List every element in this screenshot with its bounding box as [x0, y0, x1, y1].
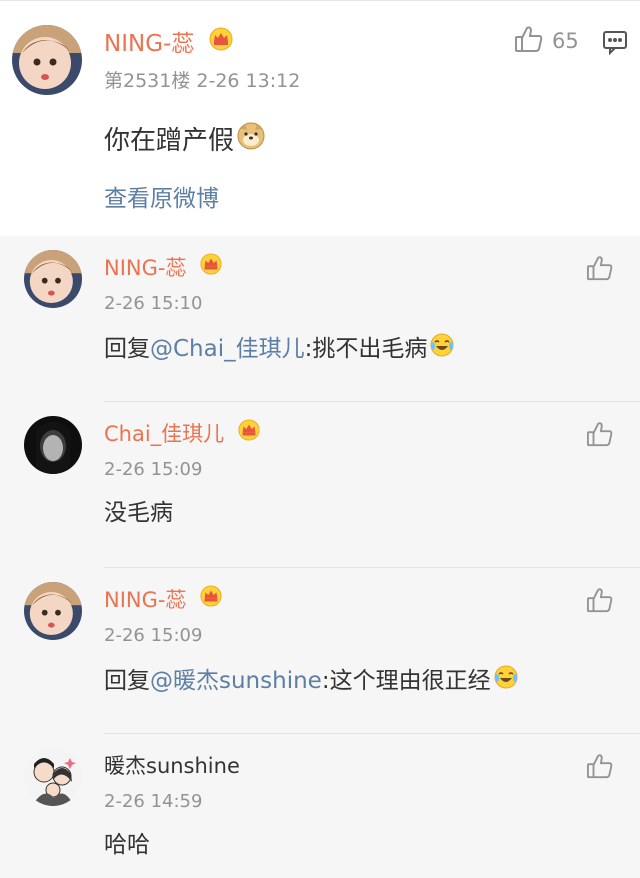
username-text[interactable]: NING-蕊	[104, 31, 194, 57]
reply-content: 哈哈	[104, 832, 150, 858]
avatar[interactable]	[24, 250, 82, 308]
avatar[interactable]	[24, 748, 82, 806]
replies-section: NING-蕊 2-26 15:10 回复 @Chai_佳琪儿 :挑不出毛病 Ch…	[0, 236, 640, 878]
laugh-cry-emoji	[493, 664, 519, 698]
reply-content: 没毛病	[104, 500, 173, 526]
reply-content: :这个理由很正经	[321, 668, 491, 694]
reply-time: 2-26 15:09	[104, 459, 203, 480]
like-button[interactable]	[586, 421, 614, 451]
laugh-cry-emoji	[429, 332, 455, 366]
avatar[interactable]	[24, 416, 82, 474]
mention-link[interactable]: @Chai_佳琪儿	[150, 334, 305, 364]
floor-and-time: 第2531楼 2-26 13:12	[104, 70, 301, 92]
username-text[interactable]: NING-蕊	[104, 256, 186, 280]
reply-time: 2-26 15:10	[104, 293, 203, 314]
reply-item: NING-蕊 2-26 15:09 回复 @暖杰sunshine :这个理由很正…	[0, 568, 640, 734]
comment-icon[interactable]	[602, 29, 628, 59]
thumbs-up-icon	[587, 256, 613, 281]
reply-text: 回复 @Chai_佳琪儿 :挑不出毛病	[104, 332, 455, 366]
reply-text: 没毛病	[104, 498, 173, 528]
doge-emoji	[236, 121, 266, 161]
username[interactable]: NING-蕊	[104, 27, 234, 60]
reply-prefix: 回复	[104, 336, 150, 362]
like-button[interactable]	[586, 255, 614, 285]
username[interactable]: NING-蕊	[104, 584, 223, 616]
username[interactable]: Chai_佳琪儿	[104, 418, 261, 450]
like-count: 65	[552, 29, 579, 53]
username[interactable]: 暖杰sunshine	[104, 752, 240, 780]
username[interactable]: NING-蕊	[104, 252, 223, 284]
thumbs-up-icon	[514, 25, 544, 57]
reply-item: 暖杰sunshine 2-26 14:59 哈哈	[0, 734, 640, 878]
thumbs-up-icon	[587, 588, 613, 613]
avatar[interactable]	[12, 25, 82, 95]
thumbs-up-icon	[587, 422, 613, 447]
mention-link[interactable]: @暖杰sunshine	[150, 666, 322, 696]
reply-time: 2-26 14:59	[104, 791, 203, 812]
crown-vip-icon	[237, 418, 261, 448]
avatar[interactable]	[24, 582, 82, 640]
username-text[interactable]: NING-蕊	[104, 588, 186, 612]
reply-prefix: 回复	[104, 668, 150, 694]
crown-vip-icon	[208, 27, 234, 58]
crown-vip-icon	[199, 252, 223, 282]
view-original-link[interactable]: 查看原微博	[104, 184, 219, 214]
main-comment: NING-蕊 第2531楼 2-26 13:12 65 你在蹭产假 查看原微博	[0, 0, 640, 236]
reply-item: Chai_佳琪儿 2-26 15:09 没毛病	[0, 402, 640, 568]
comment-text: 你在蹭产假	[104, 121, 266, 161]
crown-vip-icon	[199, 584, 223, 614]
like-button[interactable]: 65	[514, 25, 579, 57]
username-text[interactable]: 暖杰sunshine	[104, 754, 240, 778]
username-text[interactable]: Chai_佳琪儿	[104, 422, 224, 446]
reply-time: 2-26 15:09	[104, 625, 203, 646]
reply-content: :挑不出毛病	[304, 336, 428, 362]
like-button[interactable]	[586, 587, 614, 617]
reply-text: 回复 @暖杰sunshine :这个理由很正经	[104, 664, 519, 698]
like-button[interactable]	[586, 753, 614, 783]
thumbs-up-icon	[587, 754, 613, 779]
reply-item: NING-蕊 2-26 15:10 回复 @Chai_佳琪儿 :挑不出毛病	[0, 236, 640, 402]
comment-text-content: 你在蹭产假	[104, 126, 235, 156]
reply-text: 哈哈	[104, 830, 150, 860]
